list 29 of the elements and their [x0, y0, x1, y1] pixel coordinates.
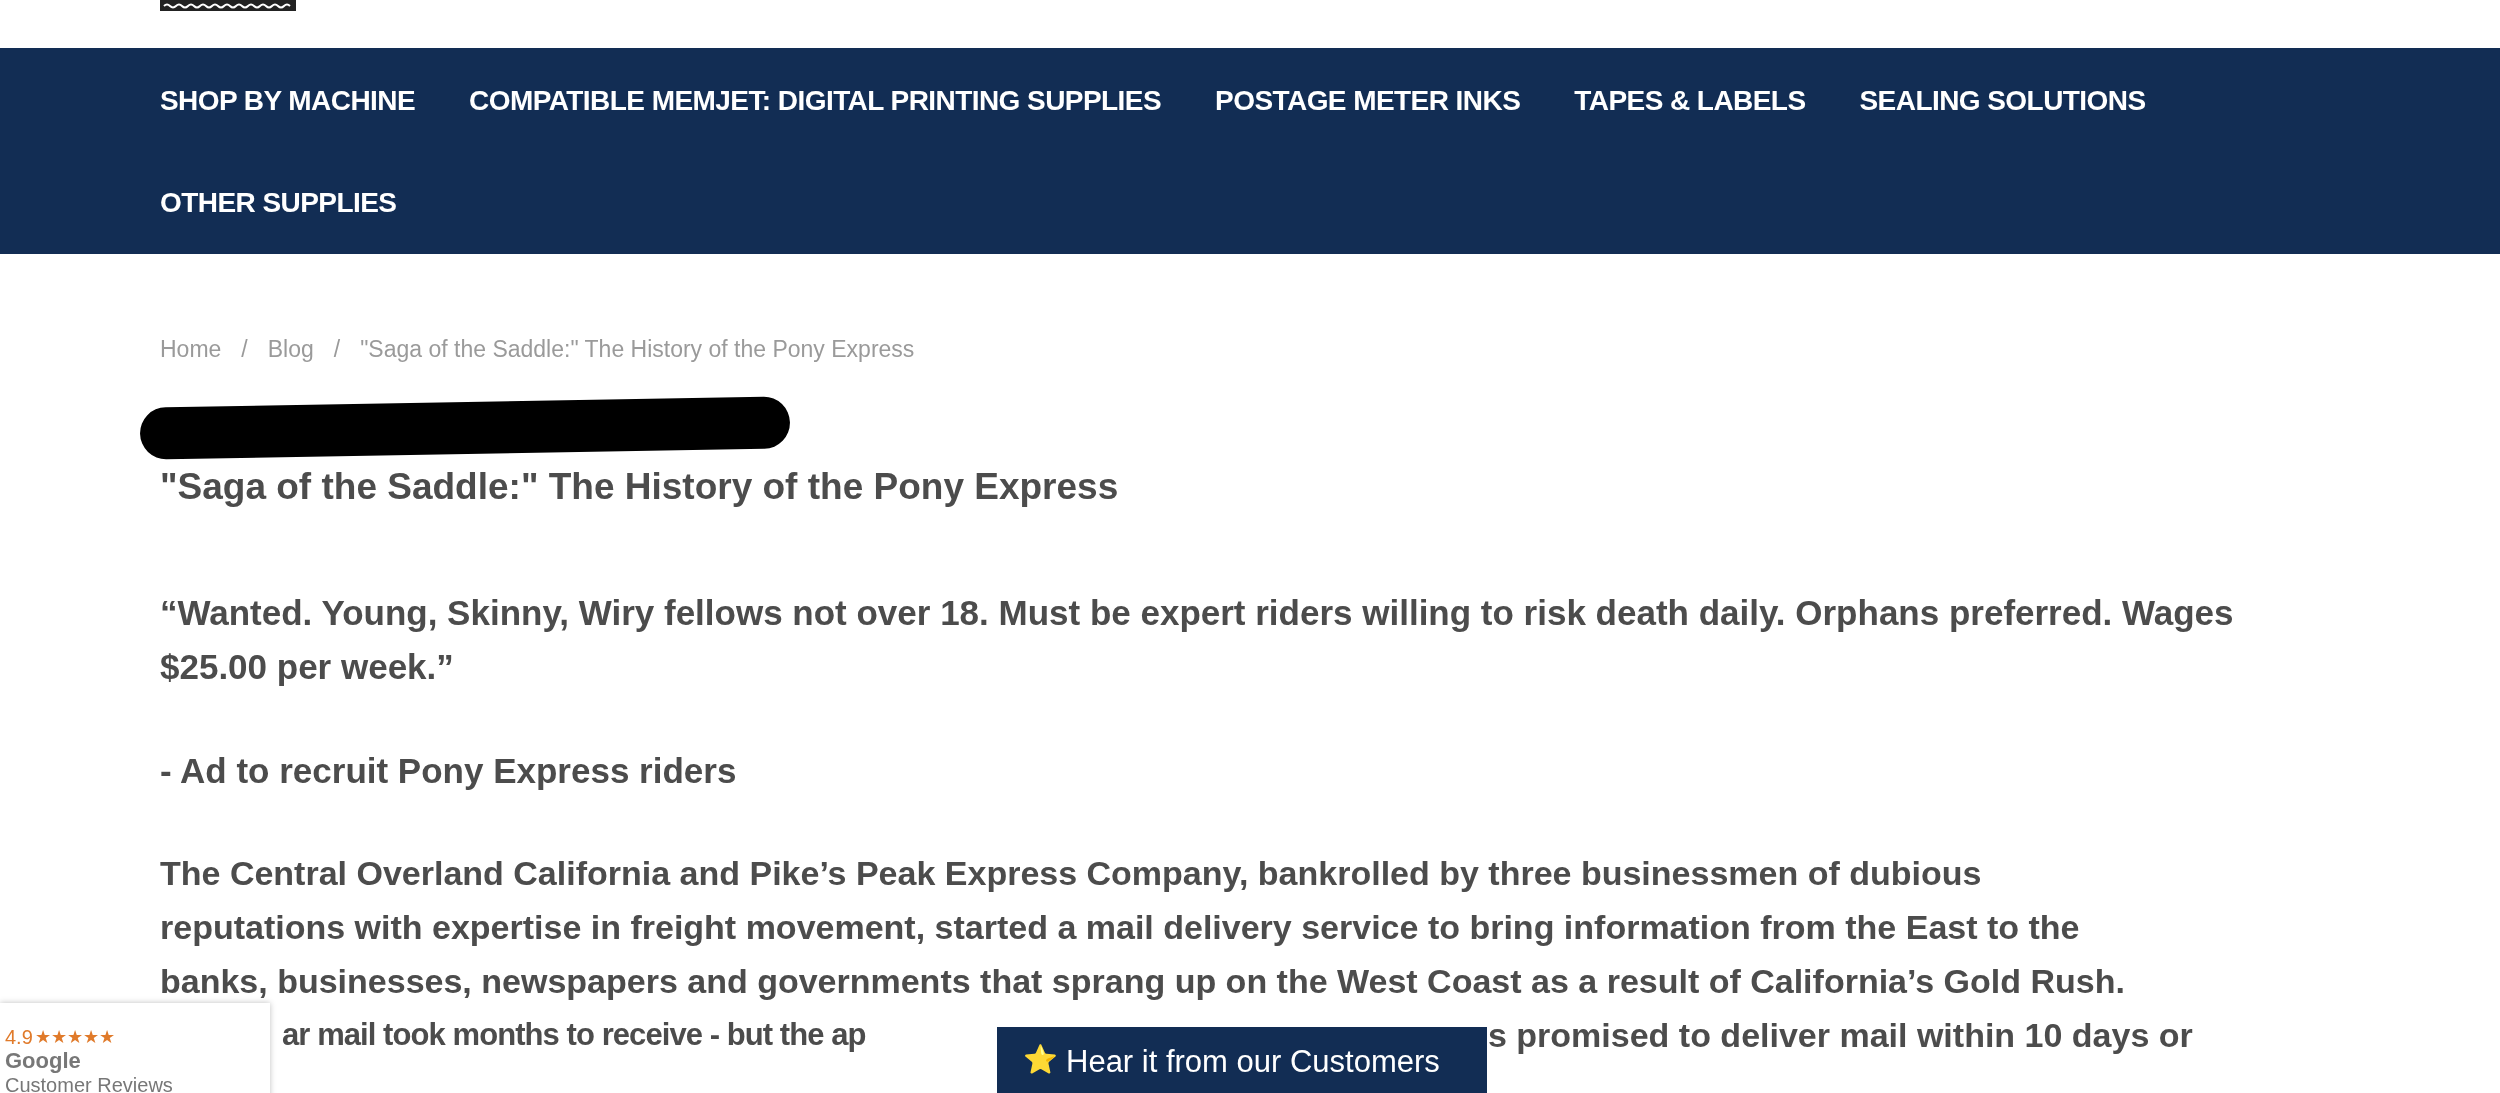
star-icon: ★ — [98, 1025, 115, 1049]
star-icon: ★ — [50, 1025, 67, 1049]
logo-drawing[interactable] — [160, 0, 296, 11]
star-icon: ★ — [34, 1025, 51, 1049]
nav-link[interactable]: OTHER SUPPLIES — [160, 180, 397, 226]
paragraph-line: banks, businesses, newspapers and governments that sprang up on the West Coast as a result of California’s Gold Rush. — [160, 961, 2126, 1002]
paragraph-line: ar mail took months to receive - but the ap — [282, 1016, 867, 1054]
breadcrumb-separator: / — [241, 334, 248, 364]
nav-link[interactable]: SEALING SOLUTIONS — [1859, 78, 2146, 124]
paragraph-line: The Central Overland California and Pike’s Peak Express Company, bankrolled by three businessmen of dubious — [160, 853, 1983, 894]
quote-attribution: - Ad to recruit Pony Express riders — [160, 750, 738, 792]
breadcrumb-separator: / — [333, 334, 341, 364]
review-source: Google — [5, 1049, 82, 1073]
reviews-button[interactable]: ⭐ Hear it from our Customers — [997, 1027, 1487, 1093]
nav-link[interactable]: SHOP BY MACHINE — [160, 78, 416, 124]
reviews-badge[interactable]: 4.9★★★★★ Google Customer Reviews — [0, 1003, 270, 1093]
nav-link[interactable]: COMPATIBLE MEMJET: DIGITAL PRINTING SUPPLIES — [469, 78, 1162, 124]
review-caption: Customer Reviews — [5, 1073, 174, 1093]
nav-link[interactable]: TAPES & LABELS — [1574, 78, 1806, 124]
paragraph-line: reputations with expertise in freight movement, started a mail delivery service to bring information from the East to the — [160, 907, 2081, 948]
star-icon: ★ — [66, 1025, 83, 1049]
nav-link[interactable]: POSTAGE METER INKS — [1215, 78, 1521, 124]
star-icon: ⭐ — [1023, 1039, 1058, 1081]
paragraph-line: s promised to deliver mail within 10 days or — [1488, 1015, 2193, 1056]
breadcrumb-current: "Saga of the Saddle:" The History of the Pony Express — [360, 334, 915, 364]
article-title: "Saga of the Saddle:" The History of the Pony Express — [160, 465, 1120, 509]
quote-text: “Wanted. Young, Skinny, Wiry fellows not over 18. Must be expert riders willing to risk death daily. Orphans preferred. Wages $25.00 per week.” — [160, 592, 2235, 688]
rating-value: 4.9 — [5, 1025, 33, 1049]
star-icon: ★ — [82, 1025, 99, 1049]
